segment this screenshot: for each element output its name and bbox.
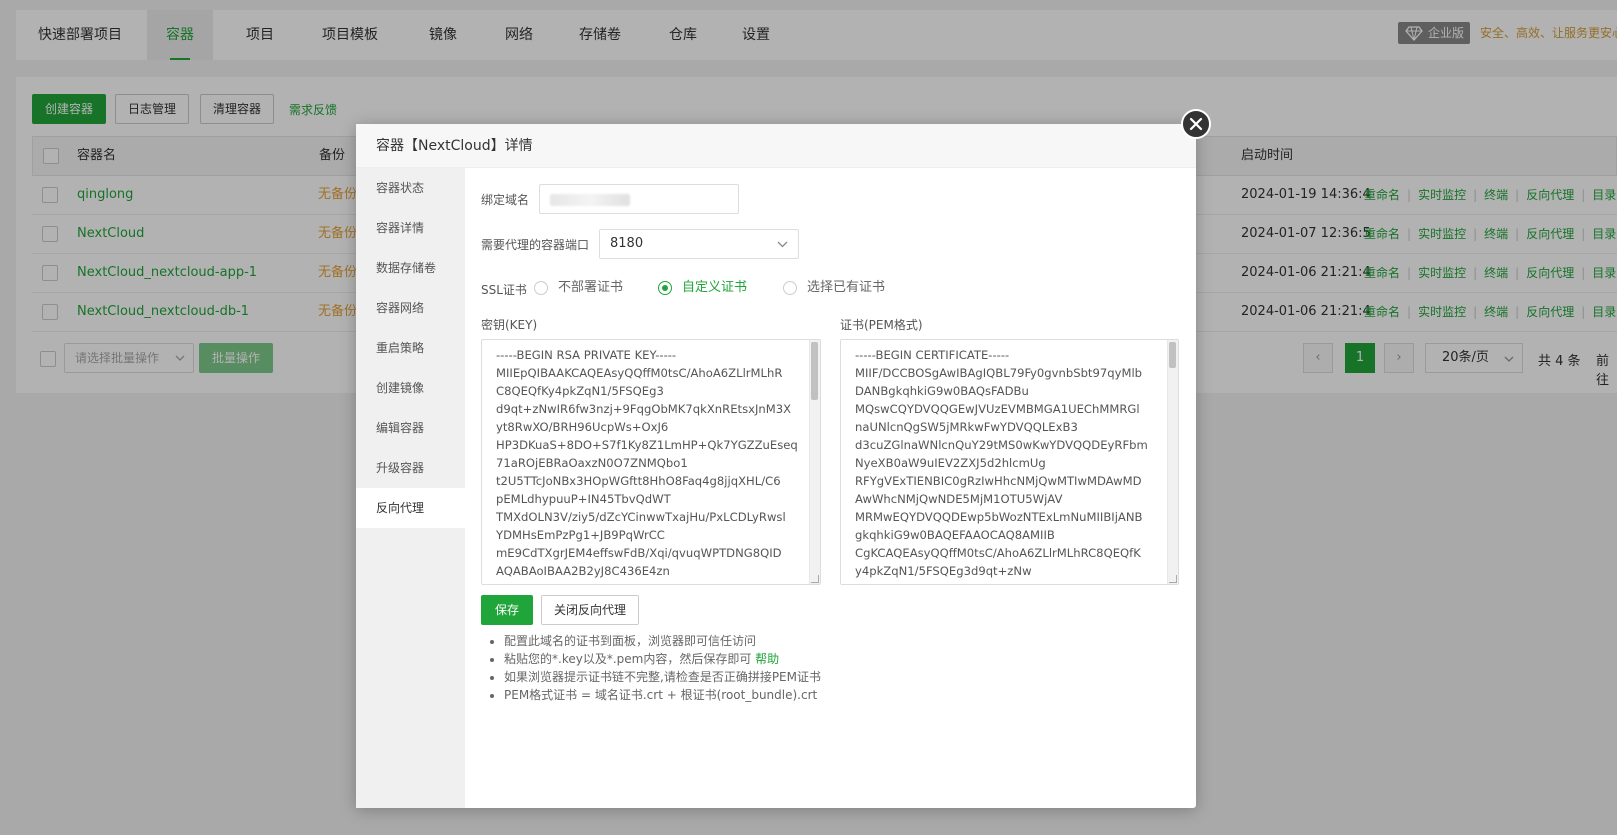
blurred-domain-value (550, 194, 630, 206)
modal-side-menu: 容器状态 容器详情 数据存储卷 容器网络 重启策略 创建镜像 编辑容器 升级容器… (356, 168, 465, 808)
menu-reverse-proxy[interactable]: 反向代理 (356, 488, 465, 528)
cert-resize-handle[interactable] (1169, 575, 1177, 583)
tip-text: 配置此域名的证书到面板，浏览器即可信任访问 (504, 634, 757, 648)
menu-edit-container[interactable]: 编辑容器 (356, 408, 465, 448)
tip-item: 配置此域名的证书到面板，浏览器即可信任访问 (504, 632, 821, 650)
help-link[interactable]: 帮助 (755, 652, 779, 666)
domain-label: 绑定域名 (481, 193, 530, 207)
key-scrollbar[interactable] (809, 340, 820, 584)
key-scroll-thumb[interactable] (811, 342, 818, 400)
tip-text: PEM格式证书 = 域名证书.crt + 根证书(root_bundle).cr… (504, 688, 818, 702)
close-reverse-proxy-button[interactable]: 关闭反向代理 (541, 595, 640, 625)
menu-create-image[interactable]: 创建镜像 (356, 368, 465, 408)
modal-close-button[interactable] (1181, 109, 1211, 139)
save-button[interactable]: 保存 (481, 595, 534, 625)
key-text: -----BEGIN RSA PRIVATE KEY----- MIIEpQIB… (496, 348, 798, 578)
ssl-existing-radio[interactable] (783, 281, 797, 295)
tips-list: 配置此域名的证书到面板，浏览器即可信任访问 粘贴您的*.key以及*.pem内容… (484, 632, 821, 704)
menu-container-network[interactable]: 容器网络 (356, 288, 465, 328)
tip-text: 粘贴您的*.key以及*.pem内容，然后保存即可 (504, 652, 752, 666)
close-icon (1189, 117, 1203, 131)
cert-text: -----BEGIN CERTIFICATE----- MIIF/DCCBOSg… (855, 348, 1148, 578)
ssl-existing-label[interactable]: 选择已有证书 (807, 280, 885, 296)
menu-container-details[interactable]: 容器详情 (356, 208, 465, 248)
container-detail-modal: 容器【NextCloud】详情 容器状态 容器详情 数据存储卷 容器网络 重启策… (356, 124, 1196, 808)
port-label: 需要代理的容器端口 (481, 238, 590, 252)
ssl-none-label[interactable]: 不部署证书 (558, 280, 623, 296)
tip-text: 如果浏览器提示证书链不完整,请检查是否正确拼接PEM证书 (504, 670, 821, 684)
ssl-label: SSL证书 (481, 283, 527, 297)
ssl-custom-label[interactable]: 自定义证书 (682, 280, 747, 296)
menu-data-volumes[interactable]: 数据存储卷 (356, 248, 465, 288)
cert-label: 证书(PEM格式) (840, 318, 923, 332)
key-textarea[interactable]: -----BEGIN RSA PRIVATE KEY----- MIIEpQIB… (481, 339, 821, 585)
menu-container-status[interactable]: 容器状态 (356, 168, 465, 208)
ssl-none-radio[interactable] (534, 281, 548, 295)
tip-item: PEM格式证书 = 域名证书.crt + 根证书(root_bundle).cr… (504, 686, 821, 704)
chevron-down-icon (777, 241, 788, 248)
key-resize-handle[interactable] (811, 575, 819, 583)
cert-textarea[interactable]: -----BEGIN CERTIFICATE----- MIIF/DCCBOSg… (840, 339, 1179, 585)
cert-scrollbar[interactable] (1167, 340, 1178, 584)
modal-title: 容器【NextCloud】详情 (356, 124, 1196, 168)
port-value: 8180 (610, 236, 644, 251)
key-label: 密钥(KEY) (481, 318, 538, 332)
menu-upgrade-container[interactable]: 升级容器 (356, 448, 465, 488)
ssl-custom-radio[interactable] (658, 281, 672, 295)
menu-restart-policy[interactable]: 重启策略 (356, 328, 465, 368)
cert-scroll-thumb[interactable] (1169, 342, 1176, 368)
domain-input[interactable] (539, 184, 739, 214)
port-select[interactable]: 8180 (599, 229, 799, 259)
tip-item: 粘贴您的*.key以及*.pem内容，然后保存即可 帮助 (504, 650, 821, 668)
tip-item: 如果浏览器提示证书链不完整,请检查是否正确拼接PEM证书 (504, 668, 821, 686)
